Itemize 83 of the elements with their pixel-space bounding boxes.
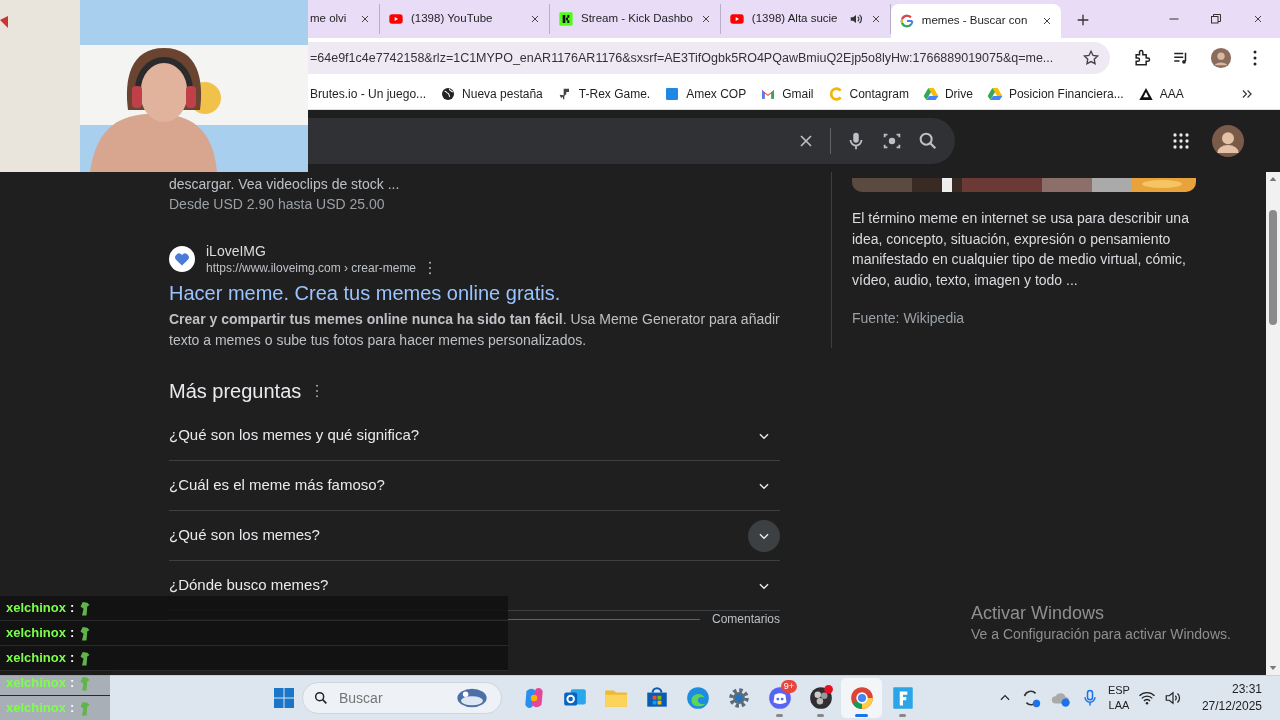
scroll-up-icon[interactable] <box>1269 175 1277 183</box>
browser-icon <box>848 685 875 711</box>
square-icon <box>664 85 681 102</box>
bookmark[interactable]: Nueva pestaña <box>440 84 543 103</box>
bookmark[interactable]: AAA <box>1137 84 1184 103</box>
chat-app-icon <box>766 685 793 711</box>
start-icon[interactable] <box>272 686 296 710</box>
result-snippet: Crear y compartir tus memes online nunca ha sido tan fácil. Usa Meme Generator para añadir texto a memes o sube tus fotos para hacer memes personalizados. <box>169 310 780 350</box>
source-label: Fuente: <box>852 310 900 327</box>
bookmark[interactable]: T-Rex Game. <box>556 84 651 103</box>
question-text[interactable]: ¿Qué son los memes? <box>169 524 320 547</box>
crescent-icon <box>827 85 844 102</box>
taskbar-app[interactable]: 9+ <box>759 678 800 718</box>
bookmark[interactable]: Contagram <box>827 84 909 103</box>
address-bar[interactable]: =64e9f1c4e7742158&rlz=1C1MYPO_enAR1176AR1176&sxsrf=AE3TifOgbk5RO4PQawBmiuQ2Ejp5o8lyHw:1766889019075&q=me... <box>308 42 1110 74</box>
play-logo-icon <box>728 11 745 27</box>
search-icon <box>313 690 329 706</box>
bookmark[interactable]: Gmail <box>760 84 814 103</box>
square-logo-icon <box>558 11 574 27</box>
drive-icon <box>922 85 939 102</box>
browser-tab[interactable]: Stream - Kick Dashbo <box>550 4 721 34</box>
language-indicator[interactable]: ESP LAA <box>1107 683 1130 713</box>
chat-separator: : <box>69 624 75 643</box>
chat-separator: : <box>69 649 75 668</box>
more-icon[interactable] <box>315 384 320 398</box>
bookmark[interactable]: Posicion Financiera... <box>986 84 1124 103</box>
browser-tab[interactable]: memes - Buscar con <box>890 4 1061 38</box>
chat-separator: : <box>69 674 75 693</box>
google-icon <box>898 13 915 29</box>
chat-separator: : <box>69 699 75 718</box>
restore-icon[interactable] <box>1210 13 1222 25</box>
notification-count: 9+ <box>780 680 797 693</box>
scrollbar-thumb[interactable] <box>1269 210 1277 325</box>
bookmark[interactable]: Amex COP <box>664 84 747 103</box>
description-text: El término meme en internet se usa para describir una idea, concepto, situación, expresión o pensamiento manifestado en cualquier tipo de medio virtual, cómic, vídeo, audio, texto, imagen y todo ... <box>852 209 1190 290</box>
result-title-link[interactable]: Hacer meme. Crea tus memes online gratis. <box>169 280 780 306</box>
feedback-link[interactable]: Comentarios <box>711 610 780 628</box>
avatar-icon[interactable] <box>1210 47 1232 69</box>
source-link[interactable]: Wikipedia <box>903 310 965 327</box>
close-icon[interactable] <box>529 13 541 25</box>
browser-tab[interactable]: (1398) Alta sucie <box>720 4 891 34</box>
globe-icon <box>440 85 457 102</box>
scrollbar[interactable] <box>1266 172 1280 675</box>
search-input[interactable]: Buscar <box>337 686 447 710</box>
expand-button[interactable] <box>748 519 780 552</box>
star-icon[interactable] <box>1082 49 1100 67</box>
chat-username: xelchinox <box>6 699 66 718</box>
volume-icon[interactable] <box>1163 689 1182 707</box>
wifi-icon[interactable] <box>1137 689 1156 707</box>
chat-username: xelchinox <box>6 649 66 668</box>
section-heading: Más preguntas <box>169 379 302 404</box>
result-url: https://www.iloveimg.com › crear-meme <box>206 260 417 276</box>
chat-username: xelchinox <box>6 599 66 618</box>
notice-text: Ve a Configuración para activar Windows. <box>971 625 1231 644</box>
notice-title: Activar Windows <box>971 602 1106 624</box>
avatar-icon[interactable] <box>1212 125 1244 157</box>
apps-grid-icon[interactable] <box>1172 132 1190 150</box>
close-icon[interactable] <box>1252 13 1264 25</box>
more-icon[interactable] <box>1252 49 1258 67</box>
chat-username: xelchinox <box>6 674 66 693</box>
price-text: Desde USD 2.90 hasta USD 25.00 <box>169 195 386 214</box>
scroll-down-icon[interactable] <box>1269 664 1277 672</box>
search-field[interactable]: Buscar <box>302 682 502 714</box>
record-icon <box>807 685 834 711</box>
swirl-icon <box>684 685 711 711</box>
globe-icon <box>455 687 489 709</box>
bookmark[interactable]: Brutes.io - Un juego... <box>310 84 427 103</box>
play-logo-icon <box>388 11 404 27</box>
question-text[interactable]: ¿Dónde busco memes? <box>169 574 329 597</box>
chat-separator: : <box>69 599 75 618</box>
browser-tab[interactable]: (1398) YouTube <box>380 4 550 34</box>
close-icon[interactable] <box>359 13 371 25</box>
more-icon[interactable] <box>428 261 433 275</box>
drive-icon <box>986 85 1003 102</box>
question-text[interactable]: ¿Cuál es el meme más famoso? <box>169 474 385 497</box>
search-icon[interactable] <box>917 130 939 152</box>
site-name: iLoveIMG <box>206 242 267 260</box>
chat-username: xelchinox <box>6 624 66 643</box>
question-text[interactable]: ¿Qué son los memes y qué significa? <box>169 424 420 447</box>
puzzle-icon[interactable] <box>1132 48 1152 68</box>
bookmark[interactable]: Drive <box>922 84 973 103</box>
clock[interactable]: 23:31 27/12/2025 <box>1201 681 1262 715</box>
snippet-text: descargar. Vea videoclips de stock ... <box>169 175 401 194</box>
